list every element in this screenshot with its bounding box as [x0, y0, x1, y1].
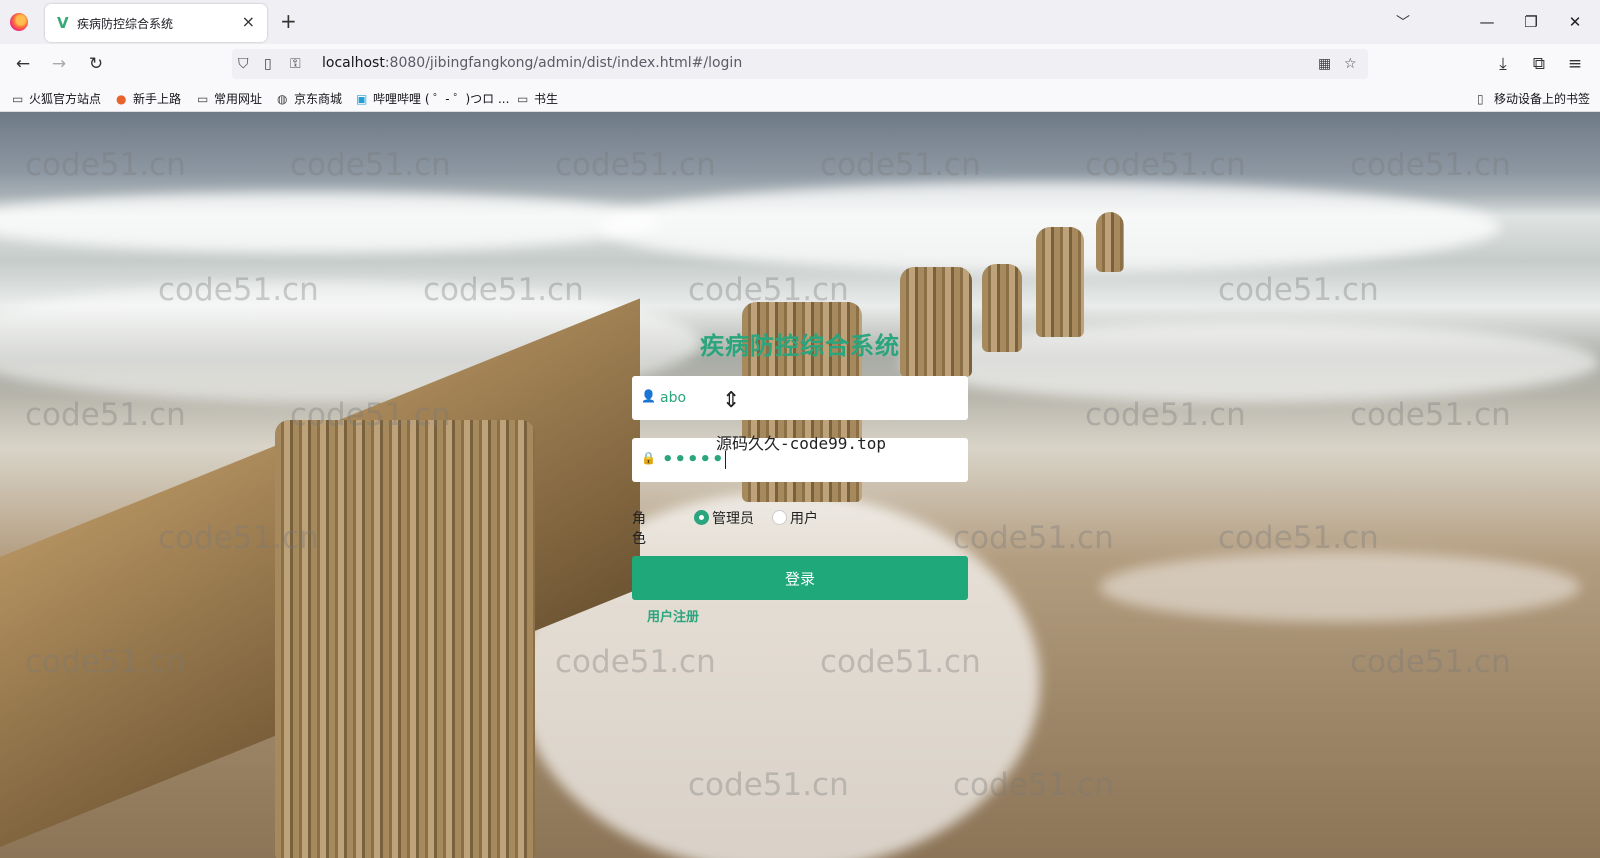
wooden-post-decoration — [1036, 227, 1084, 337]
bilibili-icon: ▣ — [356, 92, 368, 106]
register-link[interactable]: 用户注册 — [647, 606, 699, 625]
url-bar[interactable]: ⛉ ▯ ⚿ localhost:8080/jibingfangkong/admi… — [232, 49, 1368, 79]
text-cursor-icon: ⇕ — [722, 388, 741, 413]
folder-icon: ▭ — [12, 92, 24, 106]
role-user-radio[interactable] — [772, 510, 787, 525]
new-tab-button[interactable]: + — [280, 10, 297, 32]
wave-decoration — [0, 192, 660, 252]
extensions-icon[interactable]: ⧉ — [1526, 51, 1552, 77]
restore-button[interactable]: ❐ — [1516, 9, 1546, 35]
bookmark-item[interactable]: ● 新手上路 — [116, 90, 181, 107]
menu-icon[interactable]: ≡ — [1562, 51, 1588, 77]
login-page: code51.cn code51.cn code51.cn code51.cn … — [0, 112, 1600, 858]
watermark: code51.cn — [1085, 147, 1246, 183]
forward-button[interactable]: → — [46, 51, 72, 77]
url-host: localhost — [322, 55, 385, 71]
tab-title: 疾病防控综合系统 — [77, 17, 174, 31]
url-path: :8080/jibingfangkong/admin/dist/index.ht… — [384, 55, 743, 71]
user-icon: 👤 — [641, 389, 656, 403]
overlay-watermark-text: 源码久久-code99.top — [716, 434, 886, 453]
watermark: code51.cn — [820, 147, 981, 183]
watermark: code51.cn — [555, 147, 716, 183]
role-admin-label[interactable]: 管理员 — [712, 508, 754, 528]
watermark: code51.cn — [25, 147, 186, 183]
bookmark-item[interactable]: ◍ 京东商城 — [277, 90, 342, 107]
bookmark-star-icon[interactable]: ☆ — [1344, 54, 1357, 74]
login-button[interactable]: 登录 — [632, 556, 968, 600]
tab-list-button[interactable]: ﹀ — [1396, 12, 1410, 32]
tab-active[interactable]: V 疾病防控综合系统 × — [45, 4, 267, 42]
bookmark-item[interactable]: ▣ 哔哩哔哩 ( ゜- ゜)つロ ... — [356, 90, 509, 107]
close-window-button[interactable]: ✕ — [1560, 9, 1590, 35]
role-label: 角色 — [632, 511, 646, 547]
role-admin-radio[interactable] — [694, 510, 709, 525]
back-button[interactable]: ← — [10, 51, 36, 77]
watermark: code51.cn — [290, 147, 451, 183]
watermark: code51.cn — [25, 397, 186, 433]
login-title: 疾病防控综合系统 — [700, 331, 900, 360]
mobile-bookmarks[interactable]: ▯ 移动设备上的书签 — [1477, 90, 1590, 107]
folder-icon: ▭ — [517, 92, 529, 106]
username-input[interactable] — [660, 380, 960, 416]
bookmark-item[interactable]: ▭ 书生 — [517, 90, 558, 107]
page-icon[interactable]: ▯ — [264, 54, 272, 74]
firefox-icon: ● — [116, 92, 127, 106]
tab-strip: V 疾病防控综合系统 × + ﹀ — ❐ ✕ — [0, 0, 1600, 44]
key-icon[interactable]: ⚿ — [290, 54, 301, 74]
reload-button[interactable]: ↻ — [83, 51, 109, 77]
wooden-post-decoration — [275, 420, 535, 858]
url-text[interactable]: localhost:8080/jibingfangkong/admin/dist… — [322, 55, 742, 71]
firefox-logo-icon[interactable] — [10, 13, 28, 31]
tab-close-button[interactable]: × — [242, 12, 255, 32]
bookmark-item[interactable]: ▭ 火狐官方站点 — [12, 90, 101, 107]
browser-window: V 疾病防控综合系统 × + ﹀ — ❐ ✕ ← → ↻ ⛉ ▯ ⚿ local… — [0, 0, 1600, 858]
role-user-label[interactable]: 用户 — [790, 508, 818, 528]
watermark: code51.cn — [1218, 520, 1379, 556]
minimize-button[interactable]: — — [1472, 9, 1502, 35]
download-icon[interactable]: ⤓ — [1490, 51, 1516, 77]
wave-decoration — [1100, 552, 1580, 622]
mobile-icon: ▯ — [1477, 92, 1484, 106]
watermark: code51.cn — [1350, 644, 1511, 680]
bookmarks-toolbar: ▭ 火狐官方站点 ● 新手上路 ▭ 常用网址 ◍ 京东商城 ▣ 哔哩哔哩 ( ゜- ゜)つ… — [0, 84, 1600, 112]
lock-icon: 🔒 — [641, 451, 656, 465]
watermark: code51.cn — [953, 520, 1114, 556]
shield-icon[interactable]: ⛉ — [238, 54, 249, 74]
bookmark-item[interactable]: ▭ 常用网址 — [197, 90, 262, 107]
folder-icon: ▭ — [197, 92, 209, 106]
qr-code-icon[interactable]: ▦ — [1318, 54, 1331, 74]
watermark: code51.cn — [1350, 397, 1511, 433]
globe-icon: ◍ — [277, 92, 288, 106]
vue-favicon-icon: V — [57, 14, 69, 32]
watermark: code51.cn — [1085, 397, 1246, 433]
wooden-post-decoration — [1096, 212, 1124, 272]
navigation-bar: ← → ↻ ⛉ ▯ ⚿ localhost:8080/jibingfangkon… — [0, 44, 1600, 84]
watermark: code51.cn — [1350, 147, 1511, 183]
username-field[interactable]: 👤 — [632, 376, 968, 420]
watermark: code51.cn — [1218, 272, 1379, 308]
